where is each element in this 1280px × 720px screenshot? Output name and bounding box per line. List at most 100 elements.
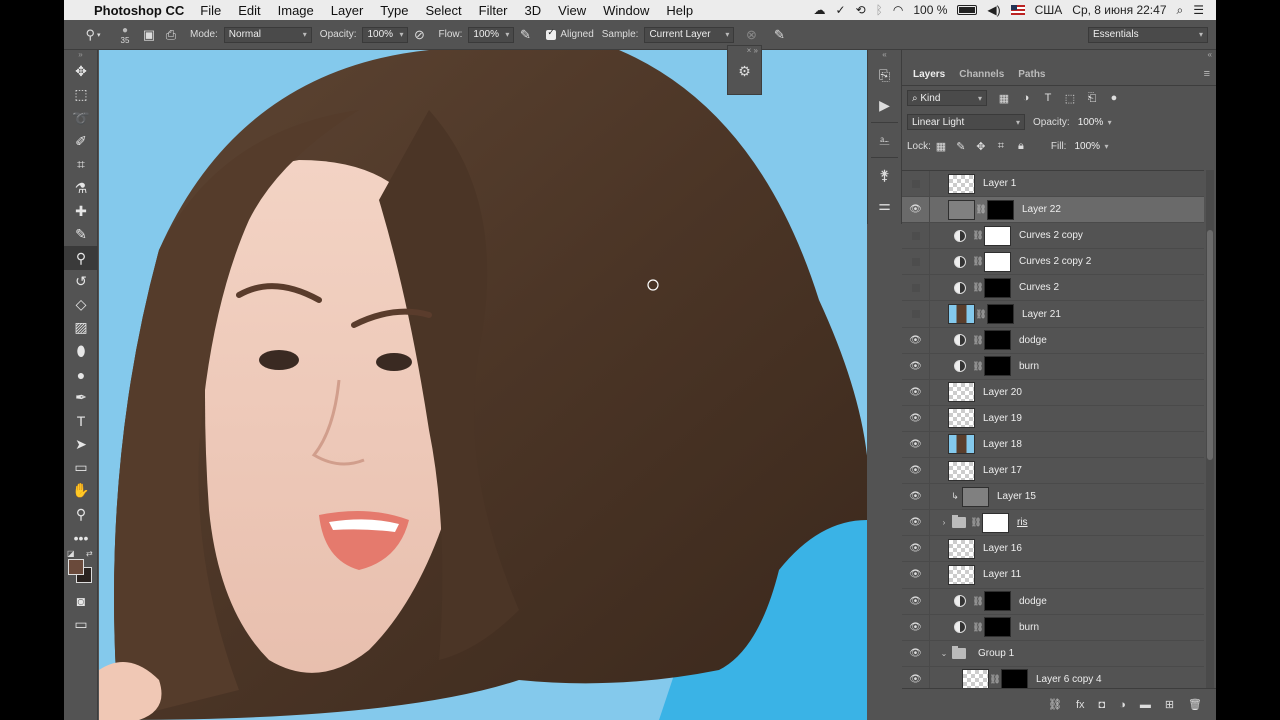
move-tool-icon[interactable]: ✥ bbox=[64, 60, 98, 83]
clone-stamp-tool-icon[interactable]: ⚲ bbox=[64, 246, 98, 270]
filter-adjustment-icon[interactable]: ◑ bbox=[1015, 92, 1037, 104]
dock-collapse-grip[interactable]: « bbox=[868, 50, 901, 60]
sample-select[interactable]: Current Layer ▾ bbox=[644, 26, 735, 43]
tool-preset-picker[interactable]: ⚲ ▾ bbox=[78, 25, 108, 45]
paths-panel-icon[interactable]: ⎁ bbox=[868, 125, 901, 155]
marquee-tool-icon[interactable]: ⬚ bbox=[64, 83, 98, 106]
opacity-input[interactable]: 100% ▾ bbox=[362, 26, 409, 43]
brush-preset-picker[interactable]: ● 35 bbox=[112, 25, 138, 45]
lock-transparent-icon[interactable]: ▦ bbox=[931, 140, 951, 153]
layer-row[interactable]: 👁︎ ⛓ Layer 6 copy 4 bbox=[902, 666, 1204, 688]
layer-name[interactable]: Group 1 bbox=[978, 648, 1014, 659]
new-layer-icon[interactable]: ⊞ bbox=[1165, 698, 1174, 711]
layer-name[interactable]: Layer 11 bbox=[983, 569, 1021, 580]
visibility-eye-icon[interactable] bbox=[902, 171, 930, 197]
pressure-opacity-icon[interactable]: ⊘ bbox=[408, 25, 430, 45]
brush-tool-icon[interactable]: ✎ bbox=[64, 223, 98, 246]
app-menu[interactable]: Photoshop CC bbox=[94, 3, 184, 18]
more-tools-icon[interactable]: ••• bbox=[64, 526, 98, 549]
layer-row[interactable]: 👁︎ Layer 20 bbox=[902, 379, 1204, 406]
menubar-clock[interactable]: Ср, 8 июня 22:47 bbox=[1072, 3, 1166, 17]
layer-row[interactable]: 👁︎ ⛓ burn bbox=[902, 614, 1204, 641]
default-colors-icon[interactable]: ◪ bbox=[67, 549, 75, 558]
layer-name[interactable]: Layer 22 bbox=[1022, 204, 1061, 215]
visibility-eye-icon[interactable]: 👁︎ bbox=[902, 536, 930, 562]
panel-close-icon[interactable]: × » bbox=[728, 46, 761, 56]
filter-kind-select[interactable]: ⌕ Kind ▾ bbox=[907, 90, 987, 106]
eraser-tool-icon[interactable]: ◇ bbox=[64, 293, 98, 316]
visibility-eye-icon[interactable]: 👁︎ bbox=[902, 562, 930, 588]
hand-tool-icon[interactable]: ✋ bbox=[64, 479, 98, 502]
type-tool-icon[interactable]: T bbox=[64, 409, 98, 432]
menu-select[interactable]: Select bbox=[425, 3, 461, 18]
battery-icon[interactable] bbox=[957, 5, 978, 15]
menu-edit[interactable]: Edit bbox=[238, 3, 260, 18]
menu-file[interactable]: File bbox=[200, 3, 221, 18]
layer-row[interactable]: 👁︎ › ⛓ ris bbox=[902, 510, 1204, 537]
layer-row[interactable]: Layer 1 bbox=[902, 171, 1204, 198]
zoom-tool-icon[interactable]: ⚲ bbox=[64, 503, 98, 526]
properties-panel-icon[interactable]: ⚙ bbox=[728, 56, 761, 86]
menu-type[interactable]: Type bbox=[380, 3, 408, 18]
layer-row[interactable]: 👁︎ ⛓ burn bbox=[902, 353, 1204, 380]
layer-row[interactable]: 👁︎ ⛓ dodge bbox=[902, 327, 1204, 354]
add-mask-icon[interactable]: ◘ bbox=[1099, 699, 1106, 711]
filter-shape-icon[interactable]: ⬚ bbox=[1059, 92, 1081, 105]
volume-icon[interactable]: ◀) bbox=[987, 3, 1000, 17]
blur-tool-icon[interactable]: ⬮ bbox=[64, 340, 98, 363]
visibility-eye-icon[interactable]: 👁︎ bbox=[902, 458, 930, 484]
layer-name[interactable]: Curves 2 copy bbox=[1019, 230, 1083, 241]
layer-name[interactable]: Layer 20 bbox=[983, 387, 1022, 398]
visibility-eye-icon[interactable] bbox=[902, 275, 930, 301]
eyedropper-tool-icon[interactable]: ⚗ bbox=[64, 176, 98, 199]
check-circle-icon[interactable]: ✓ bbox=[836, 3, 846, 17]
layer-name[interactable]: Layer 21 bbox=[1022, 309, 1061, 320]
time-machine-icon[interactable]: ⟲ bbox=[856, 3, 866, 17]
swap-colors-icon[interactable]: ⇄ bbox=[86, 549, 93, 558]
panel-collapse-grip[interactable]: » bbox=[64, 50, 97, 60]
layer-row[interactable]: ⛓ Curves 2 bbox=[902, 275, 1204, 302]
notification-center-icon[interactable]: ☰ bbox=[1193, 3, 1204, 17]
layer-name[interactable]: ris bbox=[1017, 517, 1028, 528]
menu-filter[interactable]: Filter bbox=[479, 3, 508, 18]
tab-layers[interactable]: Layers bbox=[906, 69, 952, 85]
visibility-eye-icon[interactable]: 👁︎ bbox=[902, 640, 930, 666]
visibility-eye-icon[interactable]: 👁︎ bbox=[902, 431, 930, 458]
quick-mask-icon[interactable]: ◙ bbox=[64, 589, 98, 612]
gradient-tool-icon[interactable]: ▨ bbox=[64, 316, 98, 339]
tab-paths[interactable]: Paths bbox=[1011, 69, 1052, 85]
tool-presets-panel-icon[interactable]: ⚵ bbox=[868, 160, 901, 190]
layer-name[interactable]: Layer 17 bbox=[983, 465, 1022, 476]
wifi-icon[interactable]: ◠ bbox=[893, 3, 903, 17]
layer-name[interactable]: Curves 2 bbox=[1019, 282, 1059, 293]
history-brush-tool-icon[interactable]: ↺ bbox=[64, 270, 98, 293]
foreground-color-swatch[interactable] bbox=[68, 559, 84, 576]
fill-input[interactable]: 100% ▾ bbox=[1070, 138, 1112, 154]
panel-menu-icon[interactable]: ≡ bbox=[1204, 68, 1210, 80]
dodge-tool-icon[interactable]: ● bbox=[64, 363, 98, 386]
lasso-tool-icon[interactable]: ➰ bbox=[64, 107, 98, 130]
menu-window[interactable]: Window bbox=[603, 3, 649, 18]
new-group-icon[interactable]: ▬ bbox=[1140, 699, 1151, 711]
layer-name[interactable]: Layer 6 copy 4 bbox=[1036, 674, 1102, 685]
workspace-switcher[interactable]: Essentials ▾ bbox=[1088, 26, 1208, 43]
adjustments-panel-icon[interactable]: ⚌ bbox=[868, 190, 901, 220]
menu-image[interactable]: Image bbox=[278, 3, 314, 18]
filter-smart-object-icon[interactable]: ⎗ bbox=[1081, 92, 1103, 105]
layer-name[interactable]: burn bbox=[1019, 622, 1039, 633]
layer-name[interactable]: Layer 16 bbox=[983, 543, 1022, 554]
layer-row[interactable]: 👁︎ Layer 16 bbox=[902, 536, 1204, 563]
layer-list-scrollbar[interactable] bbox=[1206, 170, 1214, 688]
layer-row[interactable]: 👁︎ Layer 19 bbox=[902, 405, 1204, 432]
creative-cloud-icon[interactable]: ☁ bbox=[814, 3, 826, 17]
visibility-eye-icon[interactable]: 👁︎ bbox=[902, 484, 930, 510]
pressure-size-icon[interactable]: ✎ bbox=[768, 25, 790, 45]
layer-row[interactable]: ⛓ Curves 2 copy 2 bbox=[902, 249, 1204, 276]
brush-settings-panel-icon[interactable]: ▣ bbox=[138, 25, 160, 45]
layer-row[interactable]: 👁︎ ⛓ dodge bbox=[902, 588, 1204, 615]
layer-name[interactable]: dodge bbox=[1019, 335, 1047, 346]
quick-select-tool-icon[interactable]: ✐ bbox=[64, 130, 98, 153]
visibility-eye-icon[interactable]: 👁︎ bbox=[902, 614, 930, 640]
layer-row[interactable]: 👁︎ Layer 11 bbox=[902, 562, 1204, 589]
menu-help[interactable]: Help bbox=[666, 3, 693, 18]
